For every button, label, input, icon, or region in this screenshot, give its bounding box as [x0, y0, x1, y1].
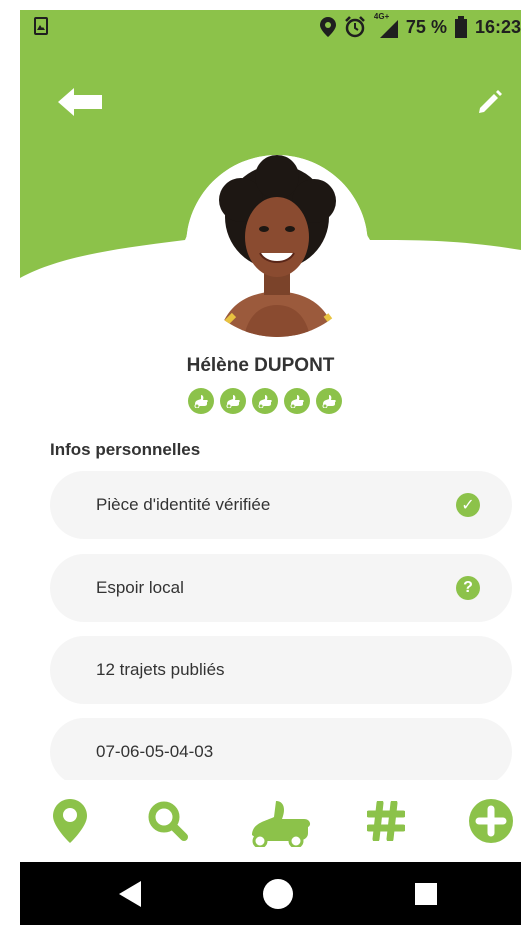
info-item-level[interactable]: Espoir local ?	[50, 554, 512, 622]
thumbs-up-car-icon[interactable]	[238, 780, 328, 862]
edit-pencil-icon[interactable]	[476, 88, 504, 116]
thumbs-up-car-icon	[316, 388, 342, 414]
location-pin-icon	[319, 17, 336, 37]
search-icon[interactable]	[138, 780, 198, 862]
info-item-label: Espoir local	[96, 578, 184, 597]
thumbs-up-car-icon	[188, 388, 214, 414]
info-item-identity[interactable]: Pièce d'identité vérifiée ✓	[50, 471, 512, 539]
rating	[188, 388, 342, 414]
bottom-nav	[20, 780, 521, 862]
status-time: 16:23	[474, 16, 521, 37]
map-pin-icon[interactable]	[40, 780, 100, 862]
question-circle-icon[interactable]: ?	[456, 576, 480, 600]
thumbs-up-car-icon	[220, 388, 246, 414]
info-item-trips[interactable]: 12 trajets publiés	[50, 636, 512, 704]
info-item-label: 12 trajets publiés	[96, 660, 225, 679]
battery-percent: 75 %	[405, 16, 447, 37]
android-nav-bar	[20, 862, 521, 925]
back-triangle-icon[interactable]	[110, 862, 150, 925]
info-item-label: Pièce d'identité vérifiée	[96, 495, 271, 514]
plus-circle-icon[interactable]	[461, 780, 521, 862]
check-circle-icon: ✓	[456, 493, 480, 517]
profile-name: Hélène DUPONT	[186, 355, 335, 376]
signal-icon: 4G+	[374, 12, 398, 38]
image-notification-icon	[34, 17, 48, 35]
hashtag-icon[interactable]	[356, 780, 416, 862]
thumbs-up-car-icon	[284, 388, 310, 414]
status-right-group: 4G+ 75 % 16:23	[319, 10, 521, 44]
home-circle-icon[interactable]	[258, 862, 298, 925]
battery-icon	[454, 16, 467, 38]
section-title: Infos personnelles	[50, 440, 201, 459]
info-item-label: 07-06-05-04-03	[96, 742, 214, 761]
recents-square-icon[interactable]	[406, 862, 446, 925]
status-bar: 4G+ 75 % 16:23	[20, 10, 521, 44]
back-arrow-icon[interactable]	[58, 88, 102, 116]
info-item-phone[interactable]: 07-06-05-04-03	[50, 718, 512, 786]
avatar	[186, 155, 368, 337]
thumbs-up-car-icon	[252, 388, 278, 414]
alarm-clock-icon	[345, 16, 365, 38]
